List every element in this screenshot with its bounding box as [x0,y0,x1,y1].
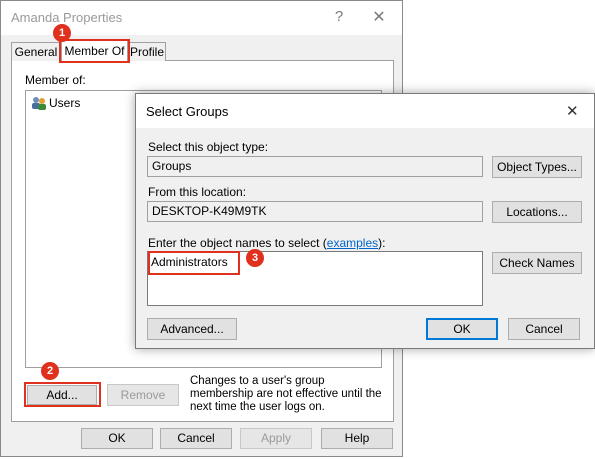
cancel-button[interactable]: Cancel [160,428,232,449]
advanced-button[interactable]: Advanced... [147,318,237,340]
object-type-label: Select this object type: [148,140,269,154]
help-button[interactable]: Help [321,428,393,449]
select-groups-dialog: Select Groups ✕ Select this object type:… [135,93,595,349]
member-of-label: Member of: [25,73,86,87]
ok-button[interactable]: OK [426,318,498,340]
tab-profile[interactable]: Profile [128,42,166,61]
object-names-label-prefix: Enter the object names to select ( [148,236,327,250]
object-type-field: Groups [147,156,483,177]
dialog-title: Select Groups [146,104,229,119]
highlight-add-button [24,382,101,407]
dialog-title: Amanda Properties [11,10,123,25]
cancel-button[interactable]: Cancel [508,318,580,340]
tab-general[interactable]: General [11,42,61,61]
step-1-badge: 1 [53,24,71,42]
help-icon[interactable]: ? [329,8,349,25]
examples-link[interactable]: examples [327,236,378,250]
step-3-badge: 3 [246,249,264,267]
users-group-icon [31,95,47,114]
list-item-label: Users [49,96,81,110]
object-names-label-suffix: ): [378,236,386,250]
object-names-label: Enter the object names to select (exampl… [148,236,385,250]
close-icon[interactable]: ✕ [369,7,389,27]
object-types-button[interactable]: Object Types... [492,156,582,178]
remove-button[interactable]: Remove [107,384,179,406]
list-item[interactable]: Users [31,95,151,111]
location-label: From this location: [148,185,247,199]
highlight-member-of-tab [59,39,130,63]
membership-note: Changes to a user's group membership are… [190,375,382,413]
locations-button[interactable]: Locations... [492,201,582,223]
location-field: DESKTOP-K49M9TK [147,201,483,222]
step-2-badge: 2 [41,362,59,380]
check-names-button[interactable]: Check Names [492,252,582,274]
apply-button[interactable]: Apply [240,428,312,449]
highlight-names-input [148,251,240,275]
close-icon[interactable]: ✕ [566,102,579,120]
ok-button[interactable]: OK [81,428,153,449]
